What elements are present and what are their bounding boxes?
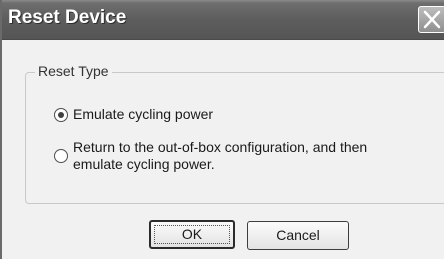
- dialog-title: Reset Device: [8, 7, 127, 28]
- cancel-button-label: Cancel: [276, 227, 320, 243]
- reset-device-dialog: Reset Device Reset Type Emulate cycling …: [0, 0, 444, 259]
- emulate-cycling-power-radio[interactable]: [54, 108, 68, 122]
- ok-button-label: OK: [181, 226, 203, 242]
- out-of-box-config-label-line1[interactable]: Return to the out-of-box configuration, …: [73, 139, 367, 156]
- ok-button[interactable]: OK: [149, 220, 235, 249]
- reset-type-group: [25, 72, 444, 204]
- close-icon: [423, 10, 441, 29]
- reset-type-legend: Reset Type: [35, 63, 112, 79]
- title-bar[interactable]: Reset Device: [2, 0, 444, 40]
- emulate-cycling-power-label[interactable]: Emulate cycling power: [73, 106, 213, 123]
- close-button[interactable]: [418, 6, 444, 33]
- dialog-body: Reset Type Emulate cycling power Return …: [2, 40, 444, 259]
- out-of-box-config-label-line2[interactable]: emulate cycling power.: [73, 156, 215, 173]
- out-of-box-config-radio[interactable]: [54, 149, 68, 163]
- cancel-button[interactable]: Cancel: [247, 221, 349, 250]
